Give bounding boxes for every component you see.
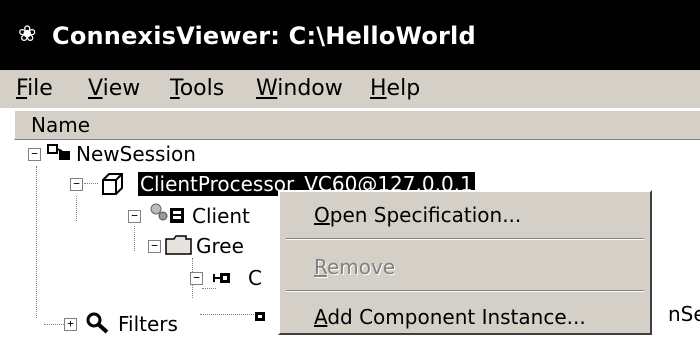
window-title: ConnexisViewer: C:\HelloWorld: [52, 22, 476, 50]
collapse-icon[interactable]: −: [28, 148, 41, 161]
remove-mnemonic: R: [314, 255, 327, 279]
menu-separator: [286, 238, 644, 240]
menu-bar: File View Tools Window Help: [0, 70, 700, 108]
title-bar: ❀ ConnexisViewer: C:\HelloWorld: [0, 0, 700, 70]
collapse-icon[interactable]: −: [148, 240, 161, 253]
menu-window-mnemonic: W: [256, 76, 278, 101]
collapse-icon[interactable]: −: [70, 178, 83, 191]
tree-line: [76, 196, 77, 221]
instance-icon: [254, 308, 268, 327]
menu-remove[interactable]: Remove: [314, 254, 395, 280]
context-menu: Open Specification... Remove Add Compone…: [278, 190, 652, 335]
app-icon: ❀: [18, 22, 37, 47]
tree-node-greeting[interactable]: Gree: [196, 234, 244, 258]
tree-line: [84, 183, 98, 184]
menu-window[interactable]: Window: [256, 76, 343, 102]
tree-line: [200, 314, 260, 315]
collapse-icon[interactable]: −: [128, 210, 141, 223]
menu-help-mnemonic: H: [370, 76, 387, 101]
tree-node-filters[interactable]: Filters: [118, 312, 178, 336]
client-component-icon: [148, 202, 188, 230]
menu-view-mnemonic: V: [88, 76, 103, 101]
menu-file-mnemonic: F: [16, 76, 28, 101]
remove-label: emove: [327, 255, 396, 279]
tree-line: [36, 166, 37, 318]
session-icon: [46, 143, 74, 167]
folder-icon: [164, 234, 194, 260]
tree-line: [44, 324, 64, 325]
menu-view[interactable]: View: [88, 76, 140, 102]
processor-icon: [100, 172, 126, 200]
tree-line: [134, 226, 135, 251]
add-label: dd Component Instance...: [327, 305, 586, 329]
menu-file-label: ile: [27, 76, 53, 101]
open-mnemonic: O: [314, 203, 330, 227]
menu-add-component-instance[interactable]: Add Component Instance...: [314, 304, 586, 330]
add-mnemonic: A: [314, 305, 328, 329]
tree-node-component[interactable]: C: [248, 266, 262, 290]
menu-help[interactable]: Help: [370, 76, 420, 102]
column-header-label: Name: [31, 113, 91, 137]
menu-open-specification[interactable]: Open Specification...: [314, 202, 521, 228]
collapse-icon[interactable]: −: [190, 272, 203, 285]
menu-help-label: elp: [386, 76, 421, 101]
menu-window-label: indow: [277, 76, 343, 101]
menu-separator: [286, 290, 644, 292]
expand-icon[interactable]: +: [64, 318, 77, 331]
tree-node-instance[interactable]: nSer.: [668, 302, 700, 326]
menu-file[interactable]: File: [16, 76, 53, 102]
menu-tools-label: ools: [179, 76, 225, 101]
interface-icon: [212, 270, 234, 289]
column-header-name[interactable]: Name: [14, 110, 700, 140]
menu-tools[interactable]: Tools: [170, 76, 224, 102]
tree-node-client[interactable]: Client: [192, 204, 250, 228]
tree-node-session[interactable]: NewSession: [76, 142, 196, 166]
open-label: pen Specification...: [329, 203, 522, 227]
menu-view-label: iew: [102, 76, 141, 101]
magnifier-icon: [84, 311, 110, 339]
menu-tools-mnemonic: T: [170, 76, 180, 101]
